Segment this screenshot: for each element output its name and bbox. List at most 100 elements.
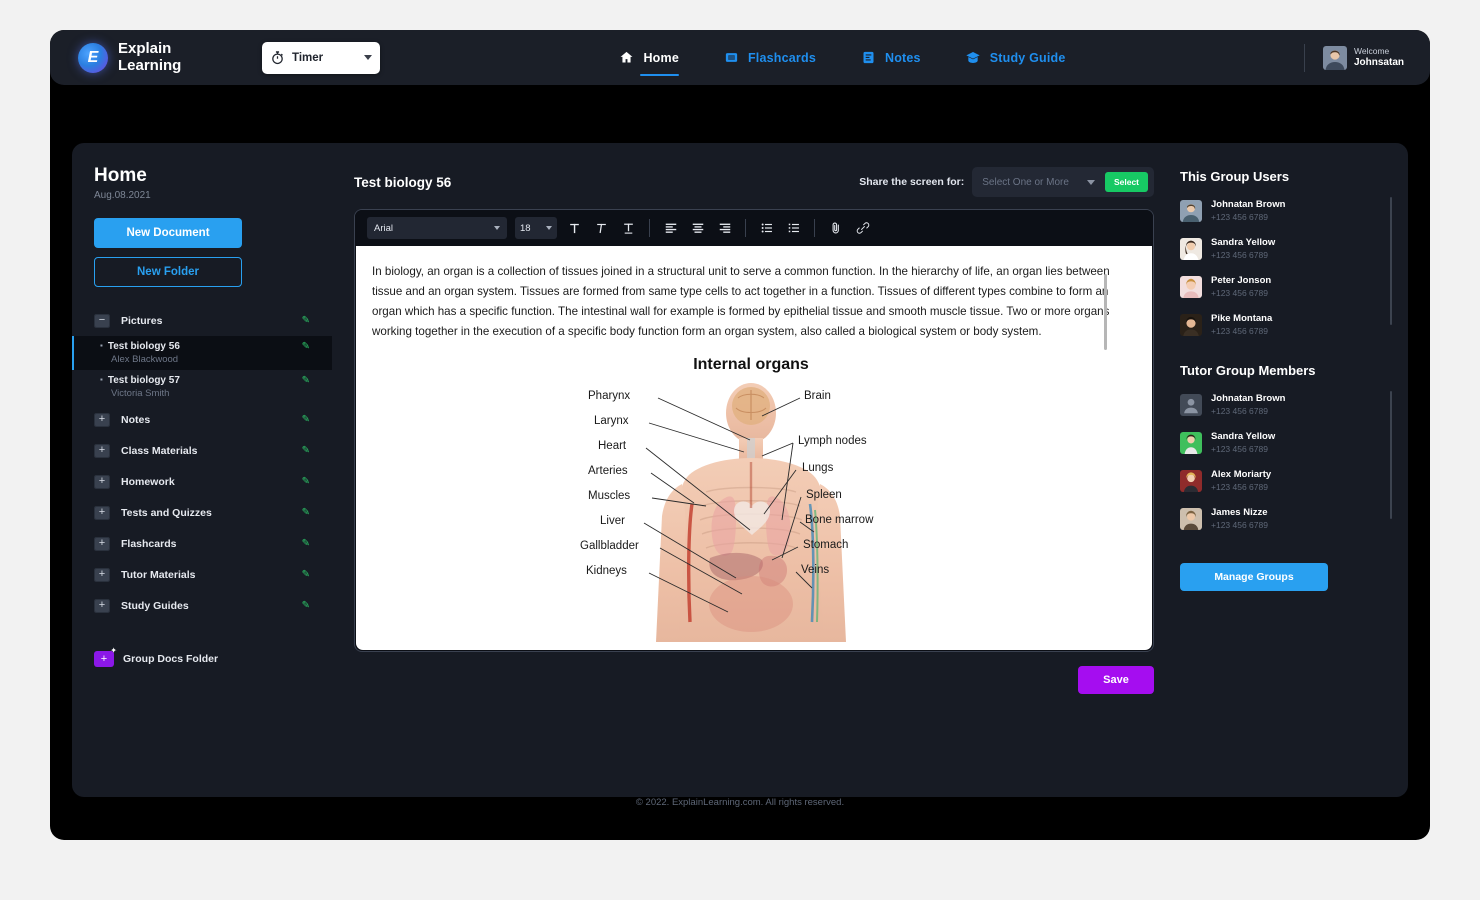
welcome-label: Welcome (1353, 45, 1390, 56)
numbered-list-icon[interactable] (784, 219, 803, 238)
sidebar-document-test-biology-57[interactable]: Test biology 57 Victoria Smith ✎ (72, 370, 332, 404)
avatar (1180, 508, 1202, 530)
nav-item-flashcards[interactable]: Flashcards (723, 49, 816, 66)
list-item[interactable]: Peter Jonson +123 456 6789 (1180, 271, 1386, 303)
edit-pencil-icon[interactable]: ✎ (302, 476, 310, 487)
align-center-icon[interactable] (688, 219, 707, 238)
list-item[interactable]: Alex Moriarty +123 456 6789 (1180, 465, 1386, 497)
italic-icon[interactable] (592, 219, 611, 238)
list-item[interactable]: Pike Montana +123 456 6789 (1180, 309, 1386, 341)
figure-body: Pharynx Larynx Heart Arteries Muscles Li… (580, 380, 916, 643)
sidebar-folder-tests-and-quizzes[interactable]: + Tests and Quizzes ✎ (72, 497, 332, 528)
list-item[interactable]: Sandra Yellow +123 456 6789 (1180, 427, 1386, 459)
rich-text-editor: Arial 18 In biology, an organ is a colle… (354, 209, 1154, 652)
bullet-list-icon[interactable] (757, 219, 776, 238)
list-item[interactable]: James Nizze +123 456 6789 (1180, 503, 1386, 535)
list-item-text: Sandra Yellow +123 456 6789 (1211, 431, 1275, 454)
attachment-icon[interactable] (826, 219, 845, 238)
explain-learning-logo-icon: E (78, 42, 108, 73)
figure-label-spleen: Spleen (806, 489, 842, 502)
user-name: Johnsatan (1353, 56, 1404, 68)
link-icon[interactable] (853, 219, 872, 238)
timer-dropdown[interactable]: Timer (262, 41, 380, 74)
group-docs-folder[interactable]: + Group Docs Folder (94, 646, 312, 667)
font-family-value: Arial (374, 222, 394, 234)
sidebar-folder-pictures[interactable]: − Pictures ✎ (72, 305, 332, 336)
document-page[interactable]: In biology, an organ is a collection of … (356, 246, 1152, 650)
folder-plus-icon: + (94, 412, 110, 427)
edit-pencil-icon[interactable]: ✎ (302, 600, 310, 611)
timer-label: Timer (292, 51, 324, 64)
group-users-list: Johnatan Brown +123 456 6789 Sandra Yell… (1180, 195, 1392, 341)
list-item-text: Johnatan Brown +123 456 6789 (1211, 199, 1285, 222)
group-users-scrollbar[interactable] (1389, 197, 1392, 325)
user-phone: +123 456 6789 (1211, 519, 1268, 530)
edit-pencil-icon[interactable]: ✎ (302, 538, 310, 549)
select-button[interactable]: Select (1104, 172, 1148, 192)
save-row: Save (354, 666, 1154, 694)
sidebar-folder-class-materials[interactable]: + Class Materials ✎ (72, 435, 332, 466)
share-select-placeholder: Select One or More (982, 176, 1069, 188)
list-item[interactable]: Johnatan Brown +123 456 6789 (1180, 195, 1386, 227)
tutor-members-title: Tutor Group Members (1180, 363, 1316, 378)
list-item-text: Alex Moriarty +123 456 6789 (1211, 469, 1271, 492)
list-item-text: Sandra Yellow +123 456 6789 (1211, 237, 1275, 260)
user-profile-menu[interactable]: Welcome Johnsatan (1303, 43, 1404, 72)
editor-scrollbar[interactable] (1104, 274, 1107, 350)
edit-pencil-icon[interactable]: ✎ (302, 414, 310, 425)
list-item[interactable]: Sandra Yellow +123 456 6789 (1180, 233, 1386, 265)
user-phone: +123 456 6789 (1211, 405, 1268, 416)
folder-minus-icon: − (94, 313, 110, 328)
manage-groups-button[interactable]: Manage Groups (1180, 563, 1328, 591)
user-phone: +123 456 6789 (1211, 211, 1268, 222)
nav-item-home[interactable]: Home (618, 49, 679, 76)
toolbar-divider (814, 219, 815, 237)
editor-toolbar: Arial 18 (355, 210, 1153, 246)
save-button[interactable]: Save (1078, 666, 1154, 694)
font-family-select[interactable]: Arial (367, 217, 507, 239)
nav-item-study-guide[interactable]: Study Guide (965, 49, 1066, 66)
avatar (1180, 314, 1202, 336)
group-docs-folder-label: Group Docs Folder (123, 653, 219, 665)
folder-label: Tests and Quizzes (121, 506, 212, 519)
align-left-icon[interactable] (661, 219, 680, 238)
document-author: Victoria Smith (111, 388, 170, 399)
edit-pencil-icon[interactable]: ✎ (302, 341, 310, 352)
sidebar-folder-homework[interactable]: + Homework ✎ (72, 466, 332, 497)
brand-line-2: Learning (118, 56, 182, 74)
user-text-block: Welcome Johnsatan (1354, 46, 1404, 69)
edit-pencil-icon[interactable]: ✎ (302, 315, 310, 326)
sidebar-folder-flashcards[interactable]: + Flashcards ✎ (72, 528, 332, 559)
list-item[interactable]: Johnatan Brown +123 456 6789 (1180, 389, 1386, 421)
align-right-icon[interactable] (715, 219, 734, 238)
underline-icon[interactable] (619, 219, 638, 238)
brand-logo-group[interactable]: E Explain Learning (78, 41, 248, 73)
sidebar-folder-tutor-materials[interactable]: + Tutor Materials ✎ (72, 559, 332, 590)
figure-label-muscles: Muscles (588, 490, 631, 503)
footer-text: © 2022. ExplainLearning.com. All rights … (635, 797, 845, 808)
folder-plus-icon: + (94, 474, 110, 489)
bold-icon[interactable] (565, 219, 584, 238)
edit-pencil-icon[interactable]: ✎ (302, 507, 310, 518)
font-size-select[interactable]: 18 (515, 217, 557, 239)
document-name: Test biology 57 (100, 375, 302, 386)
user-phone: +123 456 6789 (1211, 287, 1268, 298)
nav-item-notes[interactable]: Notes (860, 49, 921, 66)
figure-label-pharynx: Pharynx (588, 390, 631, 403)
footer: © 2022. ExplainLearning.com. All rights … (50, 797, 1430, 808)
user-name: Pike Montana (1211, 313, 1273, 325)
document-author: Alex Blackwood (111, 354, 179, 365)
new-document-button[interactable]: New Document (94, 218, 242, 248)
edit-pencil-icon[interactable]: ✎ (302, 445, 310, 456)
new-folder-button[interactable]: New Folder (94, 257, 242, 287)
sidebar-folder-notes[interactable]: + Notes ✎ (72, 404, 332, 435)
share-select-dropdown[interactable]: Select One or More (978, 177, 1099, 188)
edit-pencil-icon[interactable]: ✎ (302, 569, 310, 580)
sidebar-folder-study-guides[interactable]: + Study Guides ✎ (72, 590, 332, 621)
internal-organs-figure: Internal organs Pharynx Larynx Heart Art… (372, 356, 1130, 643)
figure-label-lymph-nodes: Lymph nodes (798, 435, 867, 448)
sidebar-document-test-biology-56[interactable]: Test biology 56 Alex Blackwood ✎ (72, 336, 332, 370)
edit-pencil-icon[interactable]: ✎ (302, 375, 310, 386)
tutor-members-scrollbar[interactable] (1389, 391, 1392, 519)
figure-label-bone-marrow: Bone marrow (805, 514, 874, 527)
